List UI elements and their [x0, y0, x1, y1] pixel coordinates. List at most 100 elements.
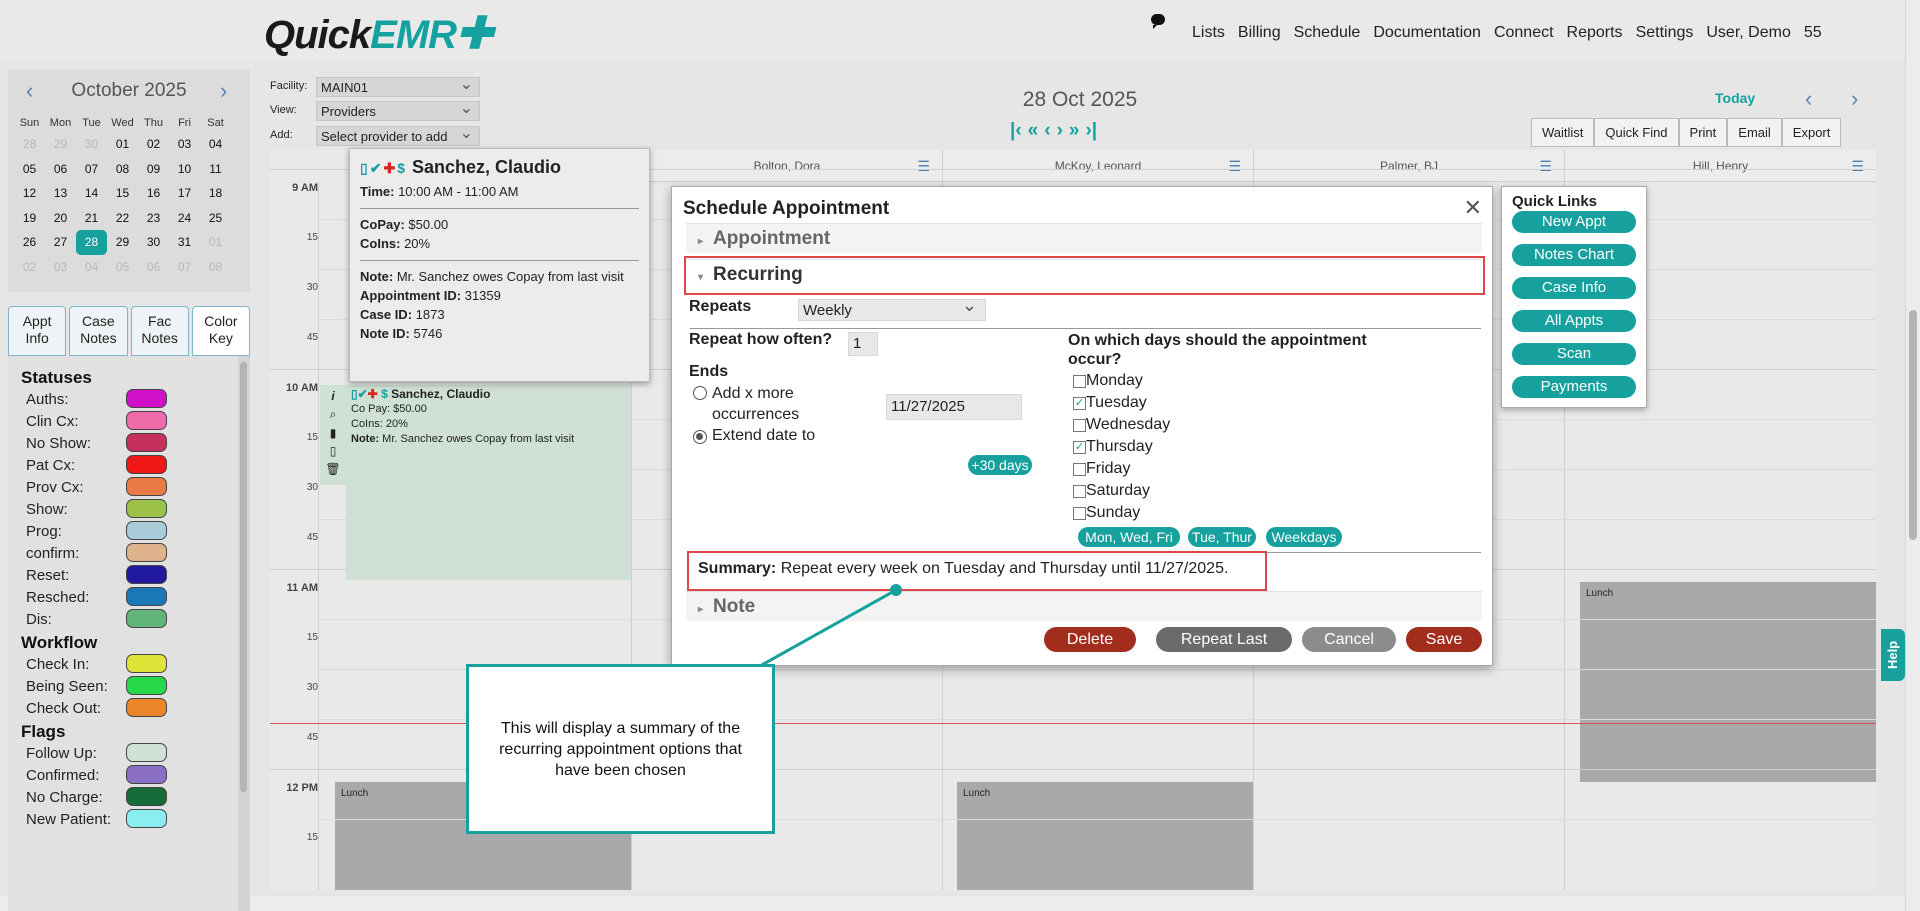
calendar-day[interactable]: 08 — [107, 157, 138, 182]
column-menu-icon[interactable]: ☰ — [1228, 150, 1241, 182]
repeats-select[interactable]: Weekly — [798, 295, 986, 321]
preset-tue-thur[interactable]: Tue, Thur — [1188, 527, 1256, 547]
quick-link-case-info[interactable]: Case Info — [1512, 277, 1636, 299]
nav-documentation[interactable]: Documentation — [1373, 24, 1481, 42]
preset-weekdays[interactable]: Weekdays — [1266, 527, 1342, 547]
copy-icon[interactable]: ▯ — [330, 444, 337, 458]
calendar-day[interactable]: 10 — [169, 157, 200, 182]
calendar-day[interactable]: 23 — [138, 206, 169, 231]
quick-link-new-appt[interactable]: New Appt — [1512, 211, 1636, 233]
nav-reports[interactable]: Reports — [1567, 24, 1623, 42]
info-icon[interactable]: i — [331, 389, 334, 403]
calendar-day[interactable]: 08 — [200, 255, 231, 280]
calendar-day[interactable]: 24 — [169, 206, 200, 231]
legend-swatch[interactable] — [126, 587, 167, 606]
legend-swatch[interactable] — [126, 455, 167, 474]
last-icon[interactable]: ›| — [1085, 120, 1097, 142]
legend-swatch[interactable] — [126, 389, 167, 408]
repeat-last-button[interactable]: Repeat Last — [1156, 627, 1292, 652]
plus-30-days-button[interactable]: +30 days — [968, 455, 1032, 475]
nav-counter[interactable]: 55 — [1804, 24, 1822, 42]
save-button[interactable]: Save — [1406, 627, 1482, 652]
note-section-header[interactable]: ▸ Note — [686, 591, 1482, 621]
next-week-icon[interactable]: » — [1069, 120, 1080, 142]
tab-appt-info[interactable]: Appt Info — [8, 306, 67, 356]
quick-find-button[interactable]: Quick Find — [1594, 118, 1679, 147]
calendar-day[interactable]: 13 — [45, 181, 76, 206]
calendar-day[interactable]: 26 — [14, 230, 45, 255]
calendar-day[interactable]: 01 — [107, 132, 138, 157]
trash-icon[interactable]: 🗑 — [325, 462, 340, 476]
calendar-day[interactable]: 17 — [169, 181, 200, 206]
radio-add-occurrences[interactable] — [693, 386, 707, 400]
calendar-day[interactable]: 15 — [107, 181, 138, 206]
calendar-day[interactable]: 25 — [200, 206, 231, 231]
legend-swatch[interactable] — [126, 411, 167, 430]
lunch-block[interactable]: Lunch — [957, 782, 1253, 890]
next-month-icon[interactable]: › — [220, 78, 227, 104]
calendar-day[interactable]: 06 — [138, 255, 169, 280]
film-icon[interactable]: ▮ — [330, 426, 337, 440]
legend-swatch[interactable] — [126, 765, 167, 784]
calendar-day[interactable]: 11 — [200, 157, 231, 182]
delete-button[interactable]: Delete — [1044, 627, 1136, 652]
appointment-section-header[interactable]: ▸ Appointment — [686, 223, 1482, 253]
calendar-day[interactable]: 03 — [45, 255, 76, 280]
calendar-day[interactable]: 29 — [45, 132, 76, 157]
calendar-day[interactable]: 04 — [76, 255, 107, 280]
legend-swatch[interactable] — [126, 433, 167, 452]
today-link[interactable]: Today — [1715, 90, 1755, 106]
calendar-day[interactable]: 18 — [200, 181, 231, 206]
view-select[interactable]: Providers — [316, 98, 480, 121]
legend-swatch[interactable] — [126, 521, 167, 540]
calendar-day[interactable]: 27 — [45, 230, 76, 255]
quick-link-payments[interactable]: Payments — [1512, 376, 1636, 398]
legend-swatch[interactable] — [126, 676, 167, 695]
calendar-day[interactable]: 31 — [169, 230, 200, 255]
calendar-day[interactable]: 12 — [14, 181, 45, 206]
radio-extend-date[interactable] — [693, 430, 707, 444]
calendar-day[interactable]: 21 — [76, 206, 107, 231]
tab-fac-notes[interactable]: Fac Notes — [130, 306, 189, 356]
facility-select[interactable]: MAIN01 — [316, 74, 480, 97]
print-button[interactable]: Print — [1678, 118, 1728, 147]
close-icon[interactable]: ✕ — [1464, 195, 1482, 221]
column-menu-icon[interactable]: ☰ — [917, 150, 930, 182]
calendar-day[interactable]: 14 — [76, 181, 107, 206]
add-provider-select[interactable]: Select provider to add — [316, 123, 480, 146]
calendar-day[interactable]: 30 — [138, 230, 169, 255]
calendar-day[interactable]: 09 — [138, 157, 169, 182]
preset-mon-wed-fri[interactable]: Mon, Wed, Fri — [1078, 527, 1180, 547]
nav-schedule[interactable]: Schedule — [1294, 24, 1361, 42]
calendar-day[interactable]: 07 — [169, 255, 200, 280]
prev-week-icon[interactable]: « — [1028, 120, 1039, 142]
day-checkbox-wednesday[interactable] — [1073, 419, 1086, 432]
column-menu-icon[interactable]: ☰ — [1539, 150, 1552, 182]
nav-billing[interactable]: Billing — [1238, 24, 1281, 42]
day-checkbox-monday[interactable] — [1073, 375, 1086, 388]
app-logo[interactable]: QuickEMR✚ — [264, 8, 493, 59]
quick-link-notes-chart[interactable]: Notes Chart — [1512, 244, 1636, 266]
email-button[interactable]: Email — [1727, 118, 1782, 147]
quick-link-scan[interactable]: Scan — [1512, 343, 1636, 365]
day-checkbox-thursday[interactable]: ✓ — [1073, 441, 1086, 454]
first-icon[interactable]: |‹ — [1010, 120, 1022, 142]
legend-swatch[interactable] — [126, 654, 167, 673]
legend-swatch[interactable] — [126, 543, 167, 562]
calendar-day[interactable]: 01 — [200, 230, 231, 255]
end-date-input[interactable]: 11/27/2025 — [886, 394, 1022, 420]
day-checkbox-sunday[interactable] — [1073, 507, 1086, 520]
prev-columns-icon[interactable]: ‹ — [1805, 86, 1812, 112]
prev-day-icon[interactable]: ‹ — [1044, 120, 1050, 142]
legend-swatch[interactable] — [126, 565, 167, 584]
column-menu-icon[interactable]: ☰ — [1851, 150, 1864, 182]
nav-user[interactable]: User, Demo — [1706, 24, 1790, 42]
legend-swatch[interactable] — [126, 477, 167, 496]
calendar-day[interactable]: 16 — [138, 181, 169, 206]
tab-color-key[interactable]: Color Key — [191, 306, 250, 356]
calendar-day[interactable]: 07 — [76, 157, 107, 182]
nav-connect[interactable]: Connect — [1494, 24, 1554, 42]
nav-lists[interactable]: Lists — [1192, 24, 1225, 42]
day-checkbox-friday[interactable] — [1073, 463, 1086, 476]
calendar-day[interactable]: 28 — [76, 230, 107, 255]
